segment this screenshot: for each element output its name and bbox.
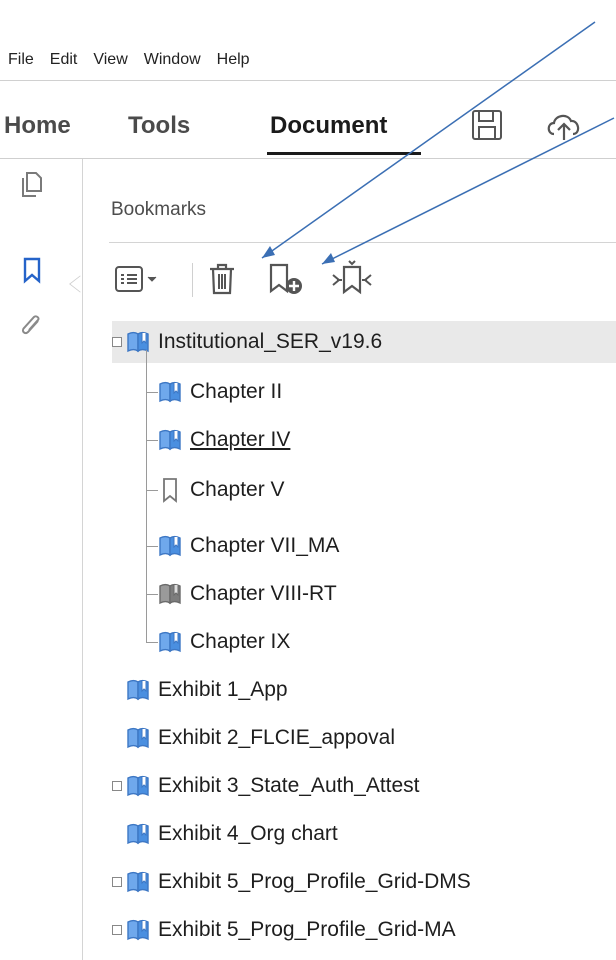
bookmark-label: Exhibit 5_Prog_Profile_Grid-MA [158, 918, 456, 941]
bookmark-gray-icon [156, 581, 190, 607]
bookmark-book-icon [124, 869, 158, 895]
bookmark-book-icon [156, 379, 190, 405]
bookmark-book-icon [156, 533, 190, 559]
bookmark-book-icon [124, 329, 158, 355]
bookmark-label: Chapter VII_MA [190, 534, 340, 557]
bookmark-row[interactable]: Exhibit 5_Prog_Profile_Grid-DMS [112, 861, 471, 903]
bookmark-book-icon [124, 725, 158, 751]
tree-connector [146, 594, 158, 595]
bookmark-label: Chapter VIII-RT [190, 582, 337, 605]
bookmark-label: Chapter V [190, 478, 285, 501]
expander-toggle[interactable] [112, 337, 122, 347]
tree-connector [146, 490, 158, 491]
bookmark-row[interactable]: Exhibit 1_App [124, 669, 288, 711]
bookmark-row[interactable]: Chapter IX [156, 621, 290, 663]
bookmark-label: Institutional_SER_v19.6 [158, 330, 383, 353]
bookmark-row[interactable]: Chapter V [156, 469, 285, 511]
bookmark-label: Exhibit 2_FLCIE_appoval [158, 726, 395, 749]
bookmark-book-icon [124, 821, 158, 847]
bookmark-label: Chapter IX [190, 630, 291, 653]
bookmark-row[interactable]: Exhibit 5_Prog_Profile_Grid-MA [112, 909, 456, 951]
bookmark-row[interactable]: Institutional_SER_v19.6 [112, 321, 616, 363]
bookmark-row[interactable]: Chapter VIII-RT [156, 573, 337, 615]
expander-toggle[interactable] [112, 925, 122, 935]
bookmark-row[interactable]: Exhibit 4_Org chart [124, 813, 338, 855]
bookmark-label: Exhibit 4_Org chart [158, 822, 338, 845]
bookmark-row[interactable]: Exhibit 2_FLCIE_appoval [124, 717, 395, 759]
bookmark-book-icon [156, 629, 190, 655]
tree-connector [146, 350, 147, 642]
expander-toggle[interactable] [112, 781, 122, 791]
bookmark-book-icon [124, 773, 158, 799]
expander-toggle[interactable] [112, 877, 122, 887]
bookmark-book-icon [124, 917, 158, 943]
bookmark-book-icon [124, 677, 158, 703]
bookmark-book-icon [156, 427, 190, 453]
bookmark-label: Exhibit 1_App [158, 678, 288, 701]
bookmark-row[interactable]: Chapter VII_MA [156, 525, 339, 567]
bookmark-label: Exhibit 3_State_Auth_Attest [158, 774, 420, 797]
bookmark-row[interactable]: Chapter IV [156, 419, 290, 461]
bookmark-label: Chapter II [190, 380, 283, 403]
bookmark-row[interactable]: Exhibit 3_State_Auth_Attest [112, 765, 420, 807]
tree-connector [146, 392, 158, 393]
tree-connector [146, 546, 158, 547]
tree-connector [146, 642, 158, 643]
bookmark-row[interactable]: Chapter II [156, 371, 282, 413]
bookmark-label: Exhibit 5_Prog_Profile_Grid-DMS [158, 870, 471, 893]
bookmark-label: Chapter IV [190, 428, 291, 451]
tree-connector [146, 440, 158, 441]
bookmark-outline-icon [156, 477, 190, 503]
